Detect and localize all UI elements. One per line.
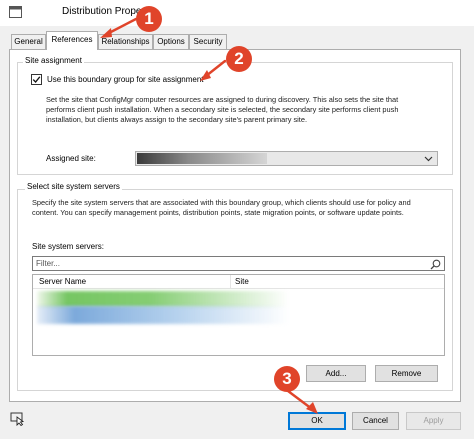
annotation-badge-2: 2 (226, 46, 252, 72)
annotation-badge-3: 3 (274, 366, 300, 392)
annotation-arrow-3 (286, 389, 314, 411)
annotation-badge-1: 1 (136, 6, 162, 32)
